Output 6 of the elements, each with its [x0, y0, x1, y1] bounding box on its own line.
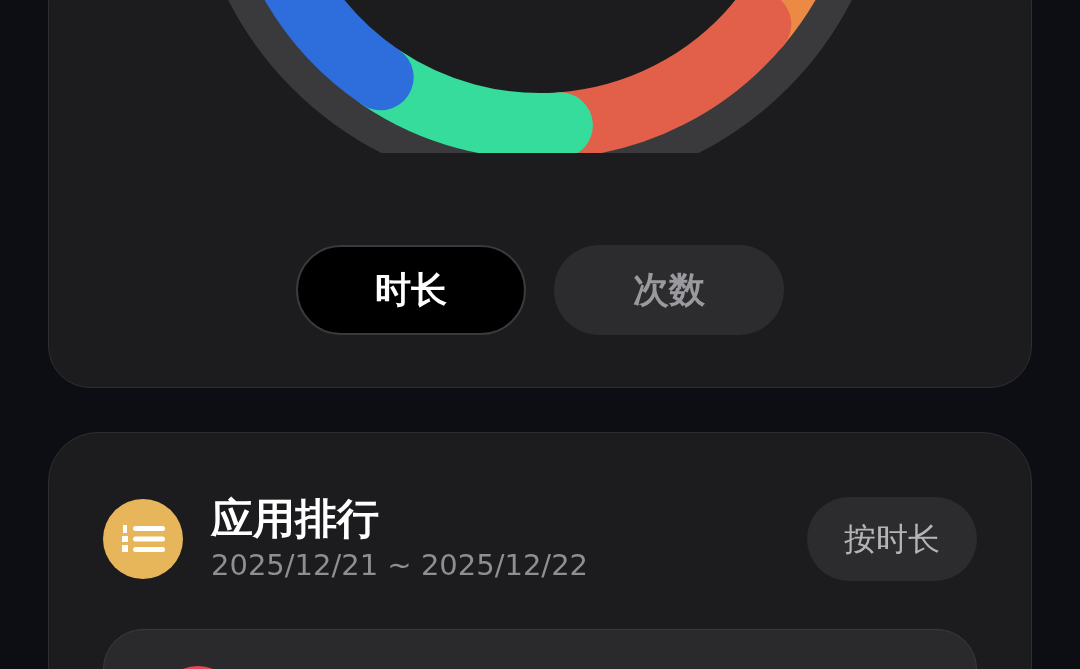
toggle-tab[interactable]: 次数: [554, 245, 784, 335]
toggle-tab[interactable]: 时长: [296, 245, 526, 335]
date-range: 2025/12/21 ~ 2025/12/22: [211, 547, 589, 584]
numbered-list-icon: [103, 499, 183, 579]
section-title: 应用排行: [211, 493, 380, 545]
sort-button[interactable]: 按时长: [807, 497, 977, 581]
